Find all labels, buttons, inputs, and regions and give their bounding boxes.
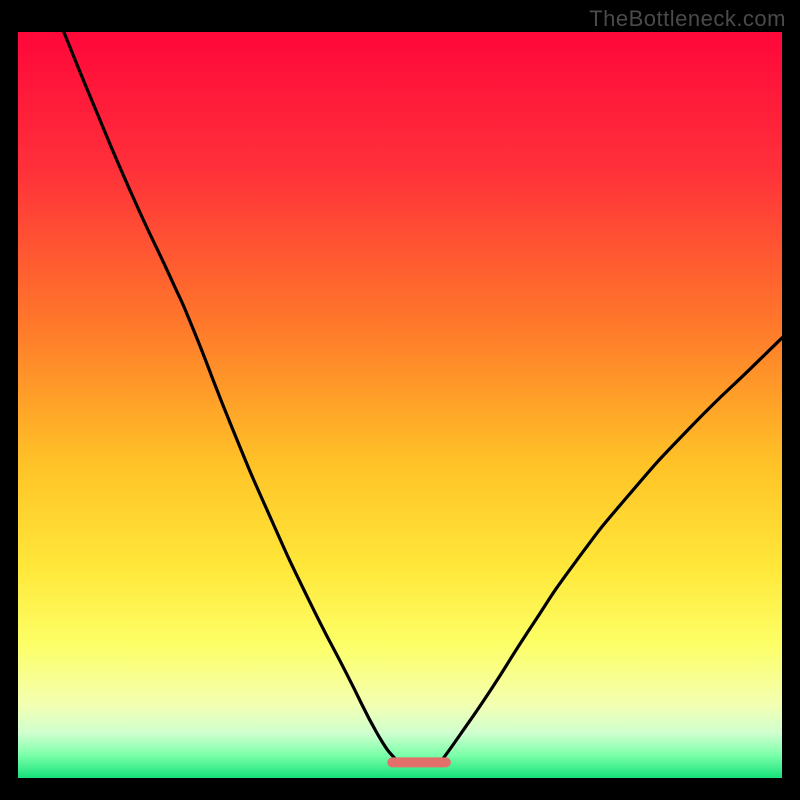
chart-frame: TheBottleneck.com xyxy=(0,0,800,800)
chart-svg xyxy=(18,32,782,778)
plot-area xyxy=(18,32,782,778)
gradient-background xyxy=(18,32,782,778)
watermark-text: TheBottleneck.com xyxy=(589,6,786,32)
